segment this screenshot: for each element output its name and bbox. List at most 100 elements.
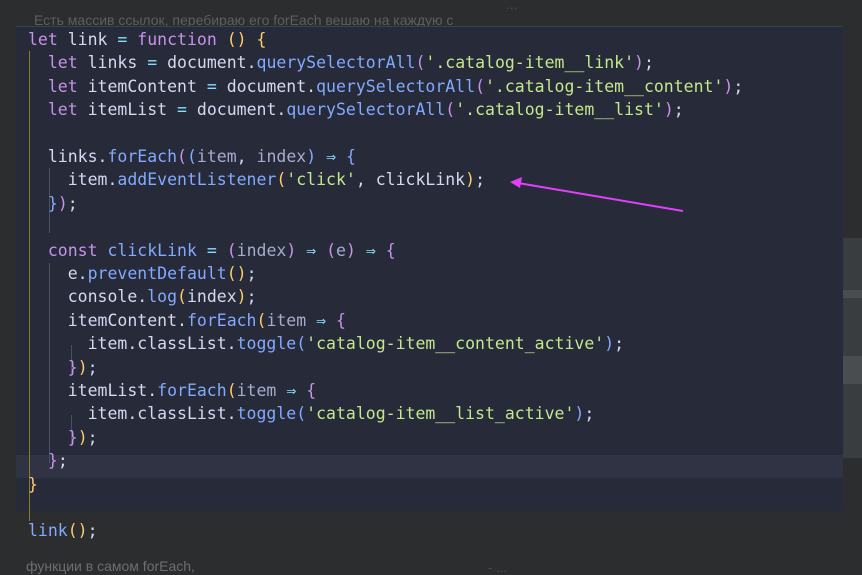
code-token: item — [196, 147, 237, 166]
code-line: let link = function () { — [28, 28, 266, 51]
code-token: ( — [296, 334, 307, 354]
code-token: clickLink — [107, 240, 197, 260]
code-token: ) — [77, 357, 88, 377]
code-token: ) — [286, 240, 297, 260]
code-line: links.forEach((item, index) ⇒ { — [28, 145, 356, 168]
code-line: item.addEventListener('click', clickLink… — [28, 168, 485, 191]
code-token: log — [147, 287, 178, 307]
code-token: console. — [28, 287, 148, 307]
code-token: ( — [226, 381, 237, 400]
code-token: ( — [177, 147, 187, 166]
code-token: ) — [723, 76, 734, 96]
code-token: document. — [157, 53, 257, 73]
code-token: let — [47, 53, 78, 73]
code-token: { — [336, 310, 346, 330]
code-editor-screenshot: let link = function () { let links = doc… — [16, 26, 843, 540]
code-token: function — [137, 30, 217, 49]
code-token: ) — [465, 170, 476, 190]
code-token: ; — [87, 357, 98, 377]
code-token: ⇒ — [326, 147, 337, 166]
code-token: () — [67, 521, 88, 541]
code-token: ( — [177, 287, 187, 307]
more-dots[interactable]: ... — [506, 0, 518, 12]
code-token: '.catalog-item__link' — [425, 53, 635, 73]
code-token: let — [47, 76, 78, 96]
code-token: item — [236, 381, 277, 400]
code-token: querySelectorAll — [316, 76, 476, 96]
code-token: ; — [643, 53, 654, 73]
panel-strip — [843, 356, 862, 384]
code-token: forEach — [157, 381, 227, 400]
code-token: { — [306, 381, 317, 400]
code-line: } — [28, 473, 38, 496]
code-token: ) — [574, 404, 585, 424]
code-token: item. — [28, 170, 118, 190]
code-token: itemList. — [28, 381, 158, 400]
code-token: links — [77, 53, 148, 73]
code-token: ( — [226, 240, 237, 260]
code-token: () — [226, 264, 247, 283]
code-line: console.log(index); — [28, 285, 257, 308]
code-token: ( — [296, 404, 307, 424]
code-token: itemList — [77, 100, 178, 120]
code-token: , clickLink — [355, 170, 466, 190]
code-token: () — [226, 30, 247, 49]
code-token: const — [47, 240, 98, 260]
code-token: } — [67, 427, 78, 447]
code-line: let links = document.querySelectorAll('.… — [28, 51, 654, 74]
code-token: document. — [186, 100, 287, 120]
code-token: ; — [246, 264, 257, 283]
code-token: } — [28, 474, 38, 494]
code-token: 'catalog-item__content_active' — [306, 334, 605, 354]
code-token: ) — [663, 100, 674, 120]
code-token: ; — [614, 334, 625, 354]
code-token: = — [177, 100, 187, 120]
code-token: ⇒ — [316, 310, 327, 330]
code-token: item.classList. — [28, 334, 237, 354]
code-token: { — [385, 240, 396, 260]
code-token: ; — [584, 404, 595, 424]
code-token: ) — [634, 53, 644, 73]
code-line: }); — [28, 356, 98, 379]
code-token: addEventListener — [117, 170, 277, 190]
code-token: querySelectorAll — [256, 53, 416, 73]
code-line: const clickLink = (index) ⇒ (e) ⇒ { — [28, 239, 396, 262]
code-token: index — [256, 147, 307, 166]
code-token: ) — [604, 334, 615, 354]
active-line-highlight — [16, 455, 843, 478]
panel-strip — [843, 290, 862, 298]
code-token: { — [345, 147, 356, 166]
code-token: = — [206, 240, 217, 260]
code-line: }; — [28, 449, 68, 472]
code-token: preventDefault — [87, 264, 227, 283]
code-token: = — [117, 30, 128, 49]
code-line: }); — [28, 192, 78, 215]
code-line: itemList.forEach(item ⇒ { — [28, 379, 316, 402]
code-token: '.catalog-item__content' — [485, 76, 724, 96]
code-line: }); — [28, 426, 98, 449]
code-line: itemContent.forEach(item ⇒ { — [28, 309, 346, 332]
code-token: ( — [475, 76, 485, 96]
code-token: ⇒ — [306, 240, 317, 260]
code-line: item.classList.toggle('catalog-item__con… — [28, 332, 624, 355]
code-token: ⇒ — [365, 240, 376, 260]
code-line: item.classList.toggle('catalog-item__lis… — [28, 402, 595, 425]
code-token: itemContent — [77, 76, 207, 96]
code-token: toggle — [236, 404, 297, 424]
code-token: '.catalog-item__list' — [455, 100, 664, 120]
code-token: link — [28, 521, 68, 541]
code-token: ; — [57, 451, 68, 471]
bottom-right-text: - ... — [488, 560, 507, 575]
